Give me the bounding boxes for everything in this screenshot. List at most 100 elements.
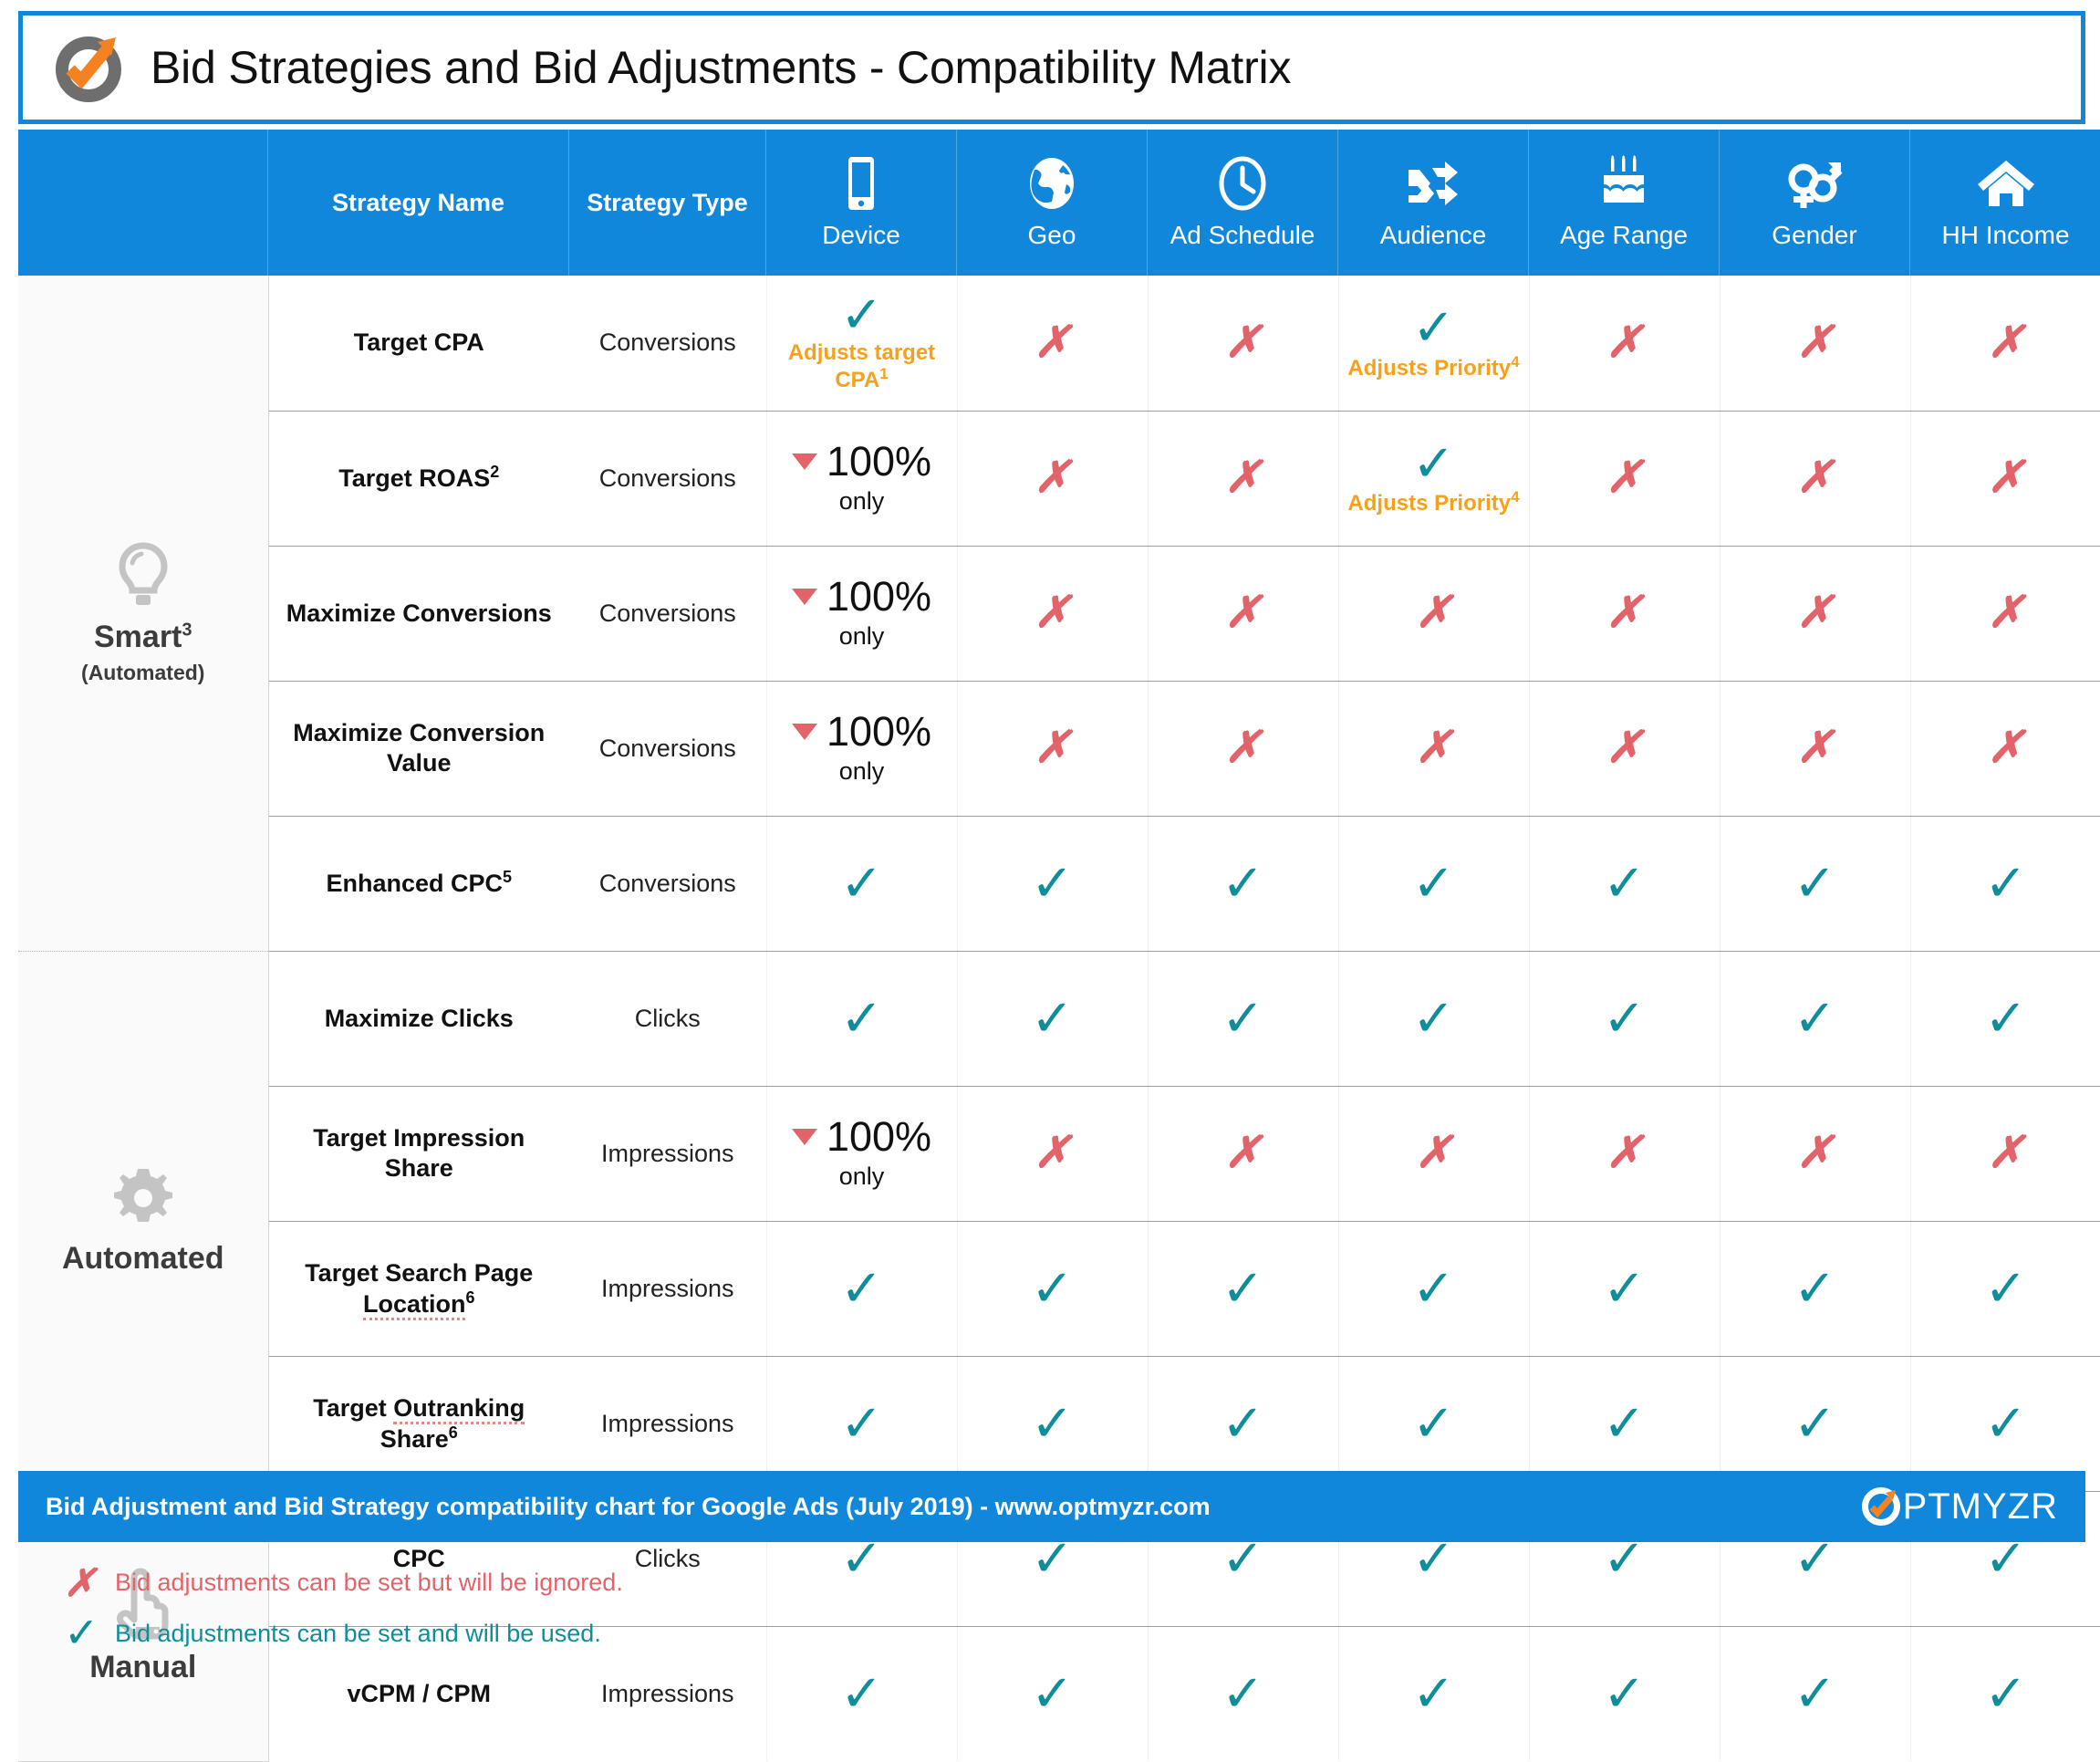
- check-icon: ✓: [1149, 1671, 1338, 1716]
- down-triangle-icon: [792, 1129, 817, 1145]
- cell-geo: ✓: [957, 1221, 1148, 1356]
- check-icon: ✓: [767, 860, 957, 906]
- table-header: Strategy Name Strategy Type: [18, 130, 2100, 276]
- header-ad-schedule-label: Ad Schedule: [1170, 221, 1315, 250]
- cell-geo: ✗: [957, 1086, 1148, 1221]
- check-icon: ✓: [1721, 1266, 1910, 1311]
- cell-age-range: ✗: [1529, 1086, 1720, 1221]
- strategy-type-cell: Conversions: [569, 546, 766, 681]
- cell-ad-schedule: ✓: [1148, 1221, 1338, 1356]
- header-age-range-label: Age Range: [1560, 221, 1688, 250]
- header-category-spacer: [18, 130, 268, 276]
- check-icon: ✓: [767, 1671, 957, 1716]
- cell-audience: ✗: [1338, 1086, 1529, 1221]
- cell-device: ✓: [766, 1626, 957, 1761]
- cell-hh-income: ✓: [1910, 951, 2100, 1086]
- cross-icon: ✗: [958, 591, 1148, 635]
- header-gender: Gender: [1720, 130, 1910, 276]
- cross-icon: ✗: [1149, 726, 1338, 770]
- cell-gender: ✓: [1720, 1626, 1910, 1761]
- check-icon: ✓: [1149, 1401, 1338, 1446]
- check-icon: ✓: [958, 860, 1148, 906]
- cell-note: Adjusts Priority4: [1347, 353, 1519, 381]
- cell-device: ✓Adjusts target CPA1: [766, 276, 957, 411]
- cross-icon: ✗: [1339, 591, 1529, 635]
- header-strategy-name-label: Strategy Name: [332, 189, 504, 217]
- cell-note: Adjusts target CPA1: [767, 340, 957, 393]
- cross-icon: ✗: [1721, 321, 1910, 365]
- footer-caption: Bid Adjustment and Bid Strategy compatib…: [46, 1493, 1211, 1521]
- cross-icon: ✗: [1530, 1131, 1720, 1175]
- cell-gender: ✓: [1720, 1221, 1910, 1356]
- check-icon: ✓: [1412, 441, 1455, 486]
- down-triangle-icon: [792, 589, 817, 605]
- strategy-name-cell: Target ROAS2: [268, 411, 569, 546]
- cross-icon: ✗: [1149, 591, 1338, 635]
- cross-icon: ✗: [1911, 591, 2100, 635]
- table-row: Maximize ConversionsConversions100%only✗…: [18, 546, 2100, 681]
- cell-audience: ✓Adjusts Priority4: [1338, 411, 1529, 546]
- cell-age-range: ✓: [1529, 816, 1720, 951]
- cell-device: ✓: [766, 1221, 957, 1356]
- cross-icon: ✗: [64, 1560, 95, 1605]
- cell-age-range: ✓: [1529, 1221, 1720, 1356]
- check-icon: ✓: [64, 1614, 95, 1652]
- cross-icon: ✗: [1149, 321, 1338, 365]
- header-strategy-type: Strategy Type: [569, 130, 766, 276]
- check-icon: ✓: [1149, 996, 1338, 1041]
- category-cell-automated: Automated: [18, 951, 268, 1491]
- cell-gender: ✗: [1720, 681, 1910, 816]
- check-icon: ✓: [1149, 1266, 1338, 1311]
- cell-hh-income: ✗: [1910, 546, 2100, 681]
- header-strategy-name: Strategy Name: [268, 130, 569, 276]
- cell-hh-income: ✓: [1910, 1626, 2100, 1761]
- cross-icon: ✗: [1149, 1131, 1338, 1175]
- check-icon: ✓: [1721, 1401, 1910, 1446]
- cross-icon: ✗: [1530, 456, 1720, 500]
- shuffle-icon: [1405, 155, 1461, 212]
- cell-device: 100%only: [766, 681, 957, 816]
- table-row: Maximize Conversion ValueConversions100%…: [18, 681, 2100, 816]
- check-icon: ✓: [1339, 1401, 1529, 1446]
- legend: ✗ Bid adjustments can be set but will be…: [64, 1557, 623, 1659]
- cell-device: ✓: [766, 816, 957, 951]
- cell-gender: ✓: [1720, 816, 1910, 951]
- mobile-phone-icon: [841, 155, 881, 212]
- page-title: Bid Strategies and Bid Adjustments - Com…: [151, 41, 1291, 94]
- check-icon: ✓: [767, 1401, 957, 1446]
- cross-icon: ✗: [958, 726, 1148, 770]
- cell-ad-schedule: ✓: [1148, 816, 1338, 951]
- check-icon: ✓: [1911, 1266, 2100, 1311]
- cell-geo: ✓: [957, 1626, 1148, 1761]
- cross-icon: ✗: [1530, 726, 1720, 770]
- strategy-type-cell: Clicks: [569, 951, 766, 1086]
- cell-geo: ✗: [957, 681, 1148, 816]
- cell-geo: ✗: [957, 546, 1148, 681]
- cell-age-range: ✓: [1529, 951, 1720, 1086]
- header-geo: Geo: [957, 130, 1148, 276]
- cross-icon: ✗: [1339, 1131, 1529, 1175]
- cross-icon: ✗: [1721, 456, 1910, 500]
- header-hh-income: HH Income: [1910, 130, 2100, 276]
- cell-geo: ✗: [957, 276, 1148, 411]
- strategy-name-cell: Maximize Clicks: [268, 951, 569, 1086]
- check-icon: ✓: [1530, 1671, 1720, 1716]
- strategy-name-cell: Maximize Conversion Value: [268, 681, 569, 816]
- cell-age-range: ✗: [1529, 546, 1720, 681]
- cross-icon: ✗: [1911, 1131, 2100, 1175]
- check-icon: ✓: [840, 292, 883, 338]
- cell-gender: ✗: [1720, 1086, 1910, 1221]
- header-hh-income-label: HH Income: [1941, 221, 2069, 250]
- optmyzr-wordmark: PTMYZR: [1861, 1486, 2058, 1527]
- cross-icon: ✗: [1911, 726, 2100, 770]
- globe-icon: [1026, 155, 1077, 212]
- legend-used-label: Bid adjustments can be set and will be u…: [115, 1620, 601, 1648]
- check-icon: ✓: [1339, 1266, 1529, 1311]
- check-icon: ✓: [1911, 1671, 2100, 1716]
- title-bar: Bid Strategies and Bid Adjustments - Com…: [18, 11, 2085, 124]
- cell-device: 100%only: [766, 1086, 957, 1221]
- strategy-type-cell: Conversions: [569, 276, 766, 411]
- check-icon: ✓: [1911, 1401, 2100, 1446]
- clock-icon: [1217, 155, 1268, 212]
- check-icon: ✓: [1530, 860, 1720, 906]
